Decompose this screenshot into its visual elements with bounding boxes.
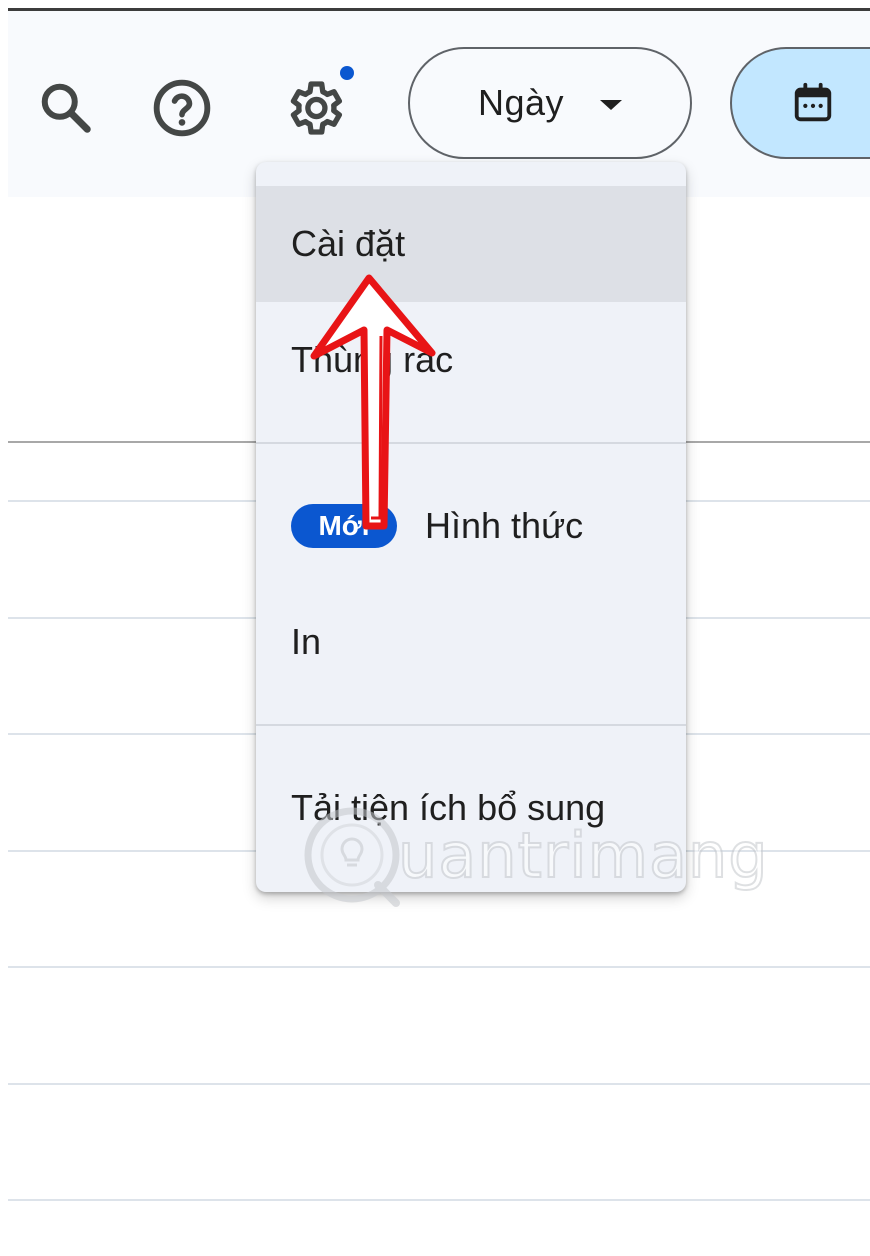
menu-item-label: Cài đặt bbox=[291, 223, 406, 264]
menu-item-label: In bbox=[291, 621, 322, 662]
grid-line bbox=[8, 966, 870, 968]
search-button[interactable] bbox=[26, 68, 106, 148]
help-button[interactable] bbox=[142, 68, 222, 148]
view-select[interactable]: Ngày bbox=[408, 47, 692, 159]
menu-divider bbox=[256, 724, 686, 726]
menu-item-settings[interactable]: Cài đặt bbox=[256, 186, 686, 302]
grid-line bbox=[8, 1199, 870, 1201]
help-icon bbox=[153, 79, 211, 137]
grid-line bbox=[8, 1083, 870, 1085]
caret-down-icon bbox=[600, 100, 623, 110]
calendar-screen: Ngày Cài đặt Thùng rác Mới Hình thức In … bbox=[0, 0, 870, 1256]
menu-divider bbox=[256, 442, 686, 444]
calendar-button[interactable] bbox=[730, 47, 870, 159]
calendar-icon bbox=[794, 82, 832, 122]
menu-item-label: Tải tiện ích bổ sung bbox=[291, 787, 606, 828]
gear-icon bbox=[290, 81, 342, 135]
settings-button[interactable] bbox=[274, 68, 354, 148]
menu-item-print[interactable]: In bbox=[256, 584, 686, 700]
search-icon bbox=[41, 83, 91, 133]
menu-item-label: Thùng rác bbox=[291, 339, 454, 380]
new-badge: Mới bbox=[291, 504, 397, 548]
menu-item-get-add-ons[interactable]: Tải tiện ích bổ sung bbox=[256, 750, 686, 866]
menu-item-appearance[interactable]: Mới Hình thức bbox=[256, 468, 686, 584]
settings-menu: Cài đặt Thùng rác Mới Hình thức In Tải t… bbox=[256, 162, 686, 892]
view-select-label: Ngày bbox=[477, 82, 565, 123]
menu-item-trash[interactable]: Thùng rác bbox=[256, 302, 686, 418]
notification-dot bbox=[340, 66, 354, 80]
menu-item-label: Hình thức bbox=[425, 505, 584, 546]
